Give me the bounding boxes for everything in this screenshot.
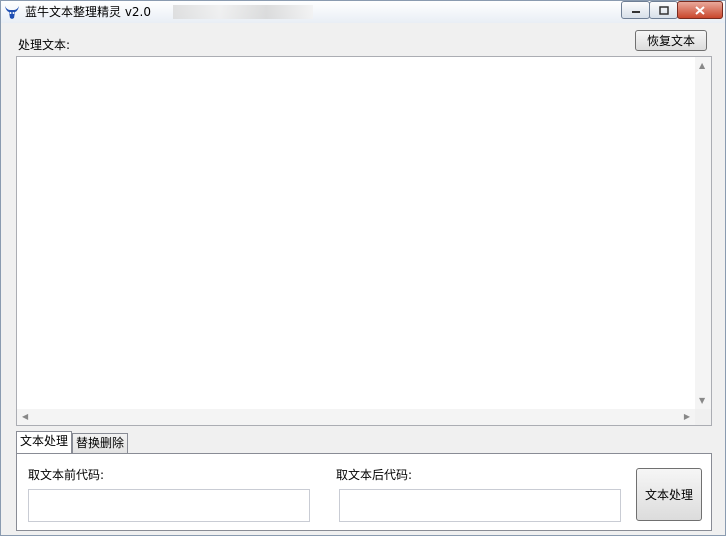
editor-label: 处理文本: [18,38,71,52]
app-window: 蓝牛文本整理精灵 v2.0 处理文本: 恢复文本 ▲ ▼ ◀ ▶ 文本处理 替换 [0,0,726,536]
title-bar[interactable]: 蓝牛文本整理精灵 v2.0 [1,1,725,23]
blurred-url [173,5,313,19]
minimize-button[interactable] [621,1,650,19]
scroll-right-icon[interactable]: ▶ [684,412,690,421]
minimize-icon [631,11,640,13]
tab-text-processing[interactable]: 文本处理 [16,431,73,453]
restore-text-button[interactable]: 恢复文本 [635,30,707,51]
close-button[interactable] [677,1,723,19]
process-text-button[interactable]: 文本处理 [636,468,702,521]
scroll-left-icon[interactable]: ◀ [22,412,28,421]
tab-replace-delete[interactable]: 替换删除 [72,433,129,453]
prefix-code-label: 取文本前代码: [28,468,105,482]
scroll-up-icon[interactable]: ▲ [699,61,705,70]
bull-logo-icon [5,6,19,19]
close-icon [695,5,705,15]
maximize-button[interactable] [649,1,678,19]
tab-panel-text-processing: 取文本前代码: 取文本后代码: 文本处理 [16,453,712,531]
scroll-down-icon[interactable]: ▼ [699,396,705,405]
suffix-code-label: 取文本后代码: [336,468,413,482]
prefix-code-input[interactable] [28,489,310,522]
suffix-code-input[interactable] [339,489,621,522]
scroll-corner [695,409,711,425]
maximize-icon [658,5,669,15]
vertical-scrollbar[interactable]: ▲ ▼ [695,57,711,409]
tab-strip: 文本处理 替换删除 [16,431,129,453]
window-title: 蓝牛文本整理精灵 v2.0 [25,5,152,19]
process-text-area[interactable]: ▲ ▼ ◀ ▶ [16,56,712,426]
horizontal-scrollbar[interactable]: ◀ ▶ [17,409,695,425]
